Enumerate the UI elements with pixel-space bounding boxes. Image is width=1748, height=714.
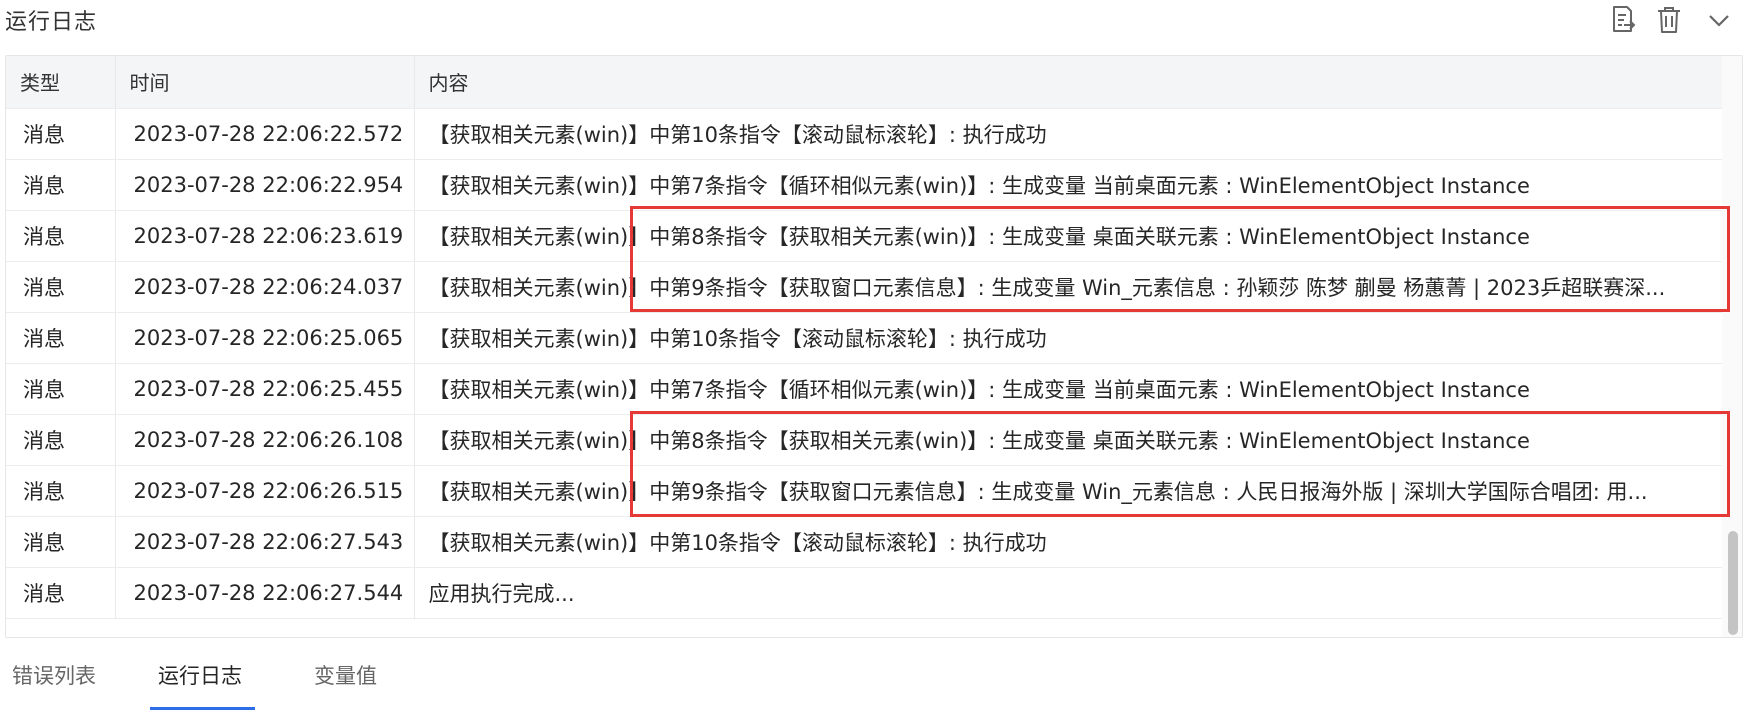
table-row[interactable]: 消息 2023-07-28 22:06:23.619 【获取相关元素(win)】…: [6, 210, 1722, 262]
cell-time: 2023-07-28 22:06:27.543: [115, 516, 415, 568]
table-row[interactable]: 消息 2023-07-28 22:06:25.065 【获取相关元素(win)】…: [6, 312, 1722, 364]
cell-content: 【获取相关元素(win)】中第7条指令【循环相似元素(win)】: 生成变量 当…: [414, 159, 1722, 211]
tab-error-list[interactable]: 错误列表: [12, 660, 96, 690]
vertical-scrollbar[interactable]: [1722, 56, 1742, 637]
cell-time: 2023-07-28 22:06:25.455: [115, 363, 415, 415]
cell-content: 【获取相关元素(win)】中第9条指令【获取窗口元素信息】: 生成变量 Win_…: [414, 261, 1722, 313]
cell-content: 【获取相关元素(win)】中第10条指令【滚动鼠标滚轮】: 执行成功: [414, 108, 1722, 160]
active-tab-indicator: [150, 707, 255, 710]
cell-type: 消息: [6, 312, 116, 364]
bottom-tab-bar: 错误列表 运行日志 变量值: [0, 650, 1748, 714]
cell-type: 消息: [6, 465, 116, 517]
cell-time: 2023-07-28 22:06:27.544: [115, 567, 415, 619]
table-row[interactable]: 消息 2023-07-28 22:06:27.544 应用执行完成...: [6, 567, 1722, 619]
cell-time: 2023-07-28 22:06:26.515: [115, 465, 415, 517]
cell-time: 2023-07-28 22:06:23.619: [115, 210, 415, 262]
cell-type: 消息: [6, 363, 116, 415]
cell-time: 2023-07-28 22:06:22.572: [115, 108, 415, 160]
log-table-container: 类型 时间 内容 消息 2023-07-28 22:06:22.572 【获取相…: [5, 55, 1743, 638]
table-row[interactable]: 消息 2023-07-28 22:06:22.572 【获取相关元素(win)】…: [6, 108, 1722, 160]
scrollbar-thumb[interactable]: [1728, 531, 1738, 635]
run-log-panel: 运行日志 类型 时间 内容 消息 2023-07-28 22:06:22.572…: [0, 0, 1748, 714]
log-table: 类型 时间 内容 消息 2023-07-28 22:06:22.572 【获取相…: [6, 56, 1722, 619]
trash-icon[interactable]: [1654, 4, 1684, 36]
tab-run-log[interactable]: 运行日志: [158, 660, 242, 690]
table-row[interactable]: 消息 2023-07-28 22:06:24.037 【获取相关元素(win)】…: [6, 261, 1722, 313]
cell-time: 2023-07-28 22:06:25.065: [115, 312, 415, 364]
tab-variable-values[interactable]: 变量值: [314, 660, 377, 690]
table-row[interactable]: 消息 2023-07-28 22:06:22.954 【获取相关元素(win)】…: [6, 159, 1722, 211]
table-row[interactable]: 消息 2023-07-28 22:06:27.543 【获取相关元素(win)】…: [6, 516, 1722, 568]
cell-type: 消息: [6, 414, 116, 466]
cell-content: 【获取相关元素(win)】中第8条指令【获取相关元素(win)】: 生成变量 桌…: [414, 414, 1722, 466]
cell-content: 【获取相关元素(win)】中第9条指令【获取窗口元素信息】: 生成变量 Win_…: [414, 465, 1722, 517]
table-header-row: 类型 时间 内容: [6, 56, 1722, 109]
cell-type: 消息: [6, 108, 116, 160]
cell-content: 【获取相关元素(win)】中第10条指令【滚动鼠标滚轮】: 执行成功: [414, 516, 1722, 568]
panel-title: 运行日志: [5, 10, 98, 35]
cell-time: 2023-07-28 22:06:26.108: [115, 414, 415, 466]
cell-type: 消息: [6, 261, 116, 313]
table-row[interactable]: 消息 2023-07-28 22:06:25.455 【获取相关元素(win)】…: [6, 363, 1722, 415]
cell-type: 消息: [6, 567, 116, 619]
cell-type: 消息: [6, 210, 116, 262]
cell-time: 2023-07-28 22:06:22.954: [115, 159, 415, 211]
export-log-icon[interactable]: [1608, 4, 1638, 36]
table-row[interactable]: 消息 2023-07-28 22:06:26.515 【获取相关元素(win)】…: [6, 465, 1722, 517]
chevron-down-icon[interactable]: [1704, 4, 1734, 36]
cell-type: 消息: [6, 159, 116, 211]
cell-content: 【获取相关元素(win)】中第10条指令【滚动鼠标滚轮】: 执行成功: [414, 312, 1722, 364]
cell-type: 消息: [6, 516, 116, 568]
table-row[interactable]: 消息 2023-07-28 22:06:26.108 【获取相关元素(win)】…: [6, 414, 1722, 466]
cell-content: 【获取相关元素(win)】中第7条指令【循环相似元素(win)】: 生成变量 当…: [414, 363, 1722, 415]
cell-time: 2023-07-28 22:06:24.037: [115, 261, 415, 313]
cell-content: 应用执行完成...: [414, 567, 1722, 619]
panel-header: 运行日志: [0, 0, 1748, 44]
column-header-content[interactable]: 内容: [414, 56, 1722, 109]
cell-content: 【获取相关元素(win)】中第8条指令【获取相关元素(win)】: 生成变量 桌…: [414, 210, 1722, 262]
column-header-time[interactable]: 时间: [115, 56, 415, 109]
column-header-type[interactable]: 类型: [6, 56, 116, 109]
